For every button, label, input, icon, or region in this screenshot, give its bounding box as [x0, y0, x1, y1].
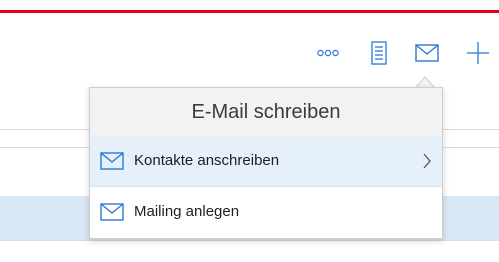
menu-item-mailing[interactable]: Mailing anlegen — [90, 187, 442, 237]
add-button[interactable] — [465, 35, 491, 71]
notes-button[interactable] — [366, 35, 392, 71]
list-divider — [0, 240, 499, 241]
mail-icon — [100, 203, 124, 221]
add-icon — [467, 42, 489, 64]
more-button[interactable] — [313, 35, 343, 71]
app-header — [0, 0, 499, 38]
more-icon — [317, 49, 339, 57]
menu-item-label: Mailing anlegen — [134, 203, 240, 220]
chevron-right-icon — [423, 153, 431, 169]
email-flyout-menu: E-Mail schreiben Kontakte anschreiben Ma… — [89, 87, 443, 239]
mail-icon — [100, 152, 124, 170]
mail-icon — [415, 44, 439, 62]
menu-item-label: Kontakte anschreiben — [134, 152, 280, 169]
mail-button[interactable] — [413, 35, 441, 71]
brand-accent-line — [0, 10, 499, 13]
menu-item-contacts[interactable]: Kontakte anschreiben — [90, 136, 442, 186]
notes-icon — [371, 41, 387, 65]
flyout-title: E-Mail schreiben — [90, 88, 442, 136]
